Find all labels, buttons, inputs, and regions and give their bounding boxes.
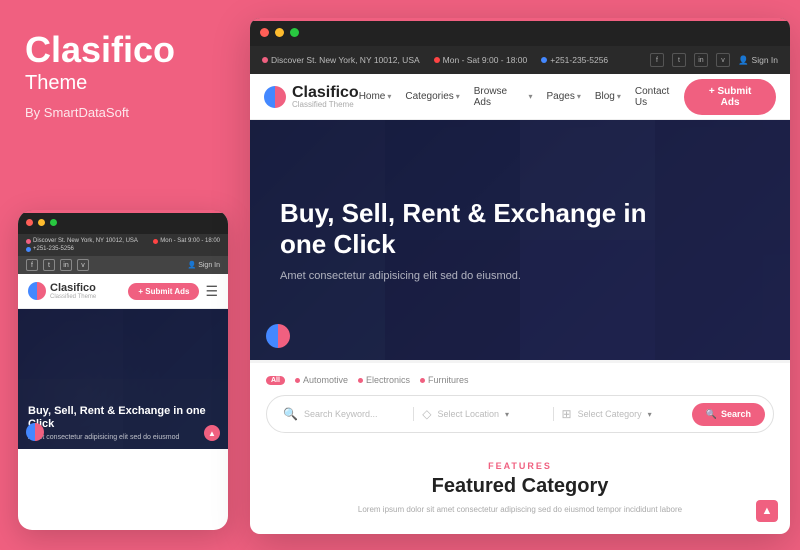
mobile-scroll-top-button[interactable]: ▲ (204, 425, 220, 441)
nav-pages[interactable]: Pages ▾ (546, 91, 580, 102)
hero-content: Buy, Sell, Rent & Exchange in one Click … (280, 198, 760, 282)
tab-electronics[interactable]: Electronics (358, 375, 410, 385)
nav-home[interactable]: Home ▾ (359, 91, 392, 102)
search-btn-icon: 🔍 (706, 409, 717, 420)
browser-accent-bar (250, 18, 790, 21)
search-category-input[interactable]: Select Category (578, 409, 642, 419)
mobile-info-bar: Discover St. New York, NY 10012, USA Mon… (18, 234, 228, 256)
mobile-phone: +251-235-5256 (26, 246, 74, 252)
mobile-top-bar (18, 210, 228, 234)
mobile-hamburger-icon[interactable]: ☰ (205, 283, 218, 300)
site-nav-links: Home ▾ Categories ▾ Browse Ads ▾ Pages ▾… (359, 86, 685, 108)
mobile-social-icons: f t in v (26, 259, 89, 271)
search-location-input[interactable]: Select Location (437, 409, 499, 419)
address-icon (262, 57, 268, 63)
mobile-hero: Buy, Sell, Rent & Exchange in one Click … (18, 309, 228, 449)
brand-by: By SmartDataSoft (25, 105, 215, 120)
browser-window: Discover St. New York, NY 10012, USA Mon… (250, 18, 790, 534)
submit-ads-button[interactable]: + Submit Ads (684, 79, 776, 115)
nav-browse-ads[interactable]: Browse Ads ▾ (474, 86, 533, 108)
site-info-left: Discover St. New York, NY 10012, USA Mon… (262, 55, 608, 65)
features-title: Featured Category (270, 475, 770, 498)
left-panel: Clasifico Theme By SmartDataSoft Discove… (0, 0, 240, 550)
brand-title: Clasifico (25, 30, 215, 70)
nav-blog[interactable]: Blog ▾ (595, 91, 621, 102)
mobile-linkedin-icon[interactable]: in (60, 259, 72, 271)
mobile-nav: Clasifico Classified Theme + Submit Ads … (18, 274, 228, 309)
search-tabs: All Automotive Electronics Furnitures (266, 375, 774, 385)
search-category-part: ⊞ Select Category ▾ (553, 407, 688, 421)
linkedin-icon[interactable]: in (694, 53, 708, 67)
mobile-logo-circle (26, 423, 44, 441)
browser-dot-yellow (275, 28, 284, 37)
search-bar: 🔍 Search Keyword... ◇ Select Location ▾ … (266, 395, 774, 433)
mobile-twitter-icon[interactable]: t (43, 259, 55, 271)
mobile-hero-text: Buy, Sell, Rent & Exchange in one Click … (28, 405, 218, 441)
search-keyword-part: 🔍 Search Keyword... (275, 407, 409, 421)
facebook-icon[interactable]: f (650, 53, 664, 67)
site-address: Discover St. New York, NY 10012, USA (262, 55, 420, 65)
mobile-dot-yellow (38, 219, 45, 226)
nav-pages-caret: ▾ (577, 92, 581, 101)
twitter-icon[interactable]: t (672, 53, 686, 67)
browser-top-bar (250, 18, 790, 46)
site-phone: +251-235-5256 (541, 55, 608, 65)
search-location-part: ◇ Select Location ▾ (413, 407, 548, 421)
nav-home-caret: ▾ (387, 92, 391, 101)
tab-furnitures[interactable]: Furnitures (420, 375, 469, 385)
features-section: FEATURES Featured Category Lorem ipsum d… (250, 445, 790, 533)
features-label: FEATURES (270, 461, 770, 471)
site-logo: Clasifico Classified Theme (264, 84, 359, 109)
phone-icon (541, 57, 547, 63)
signin-link[interactable]: 👤 Sign In (738, 55, 778, 66)
nav-blog-caret: ▾ (617, 92, 621, 101)
mobile-logo: Clasifico Classified Theme (28, 282, 96, 300)
features-desc: Lorem ipsum dolor sit amet consectetur a… (270, 504, 770, 517)
location-caret-icon: ▾ (505, 410, 509, 419)
tab-automotive[interactable]: Automotive (295, 375, 348, 385)
mobile-hours: Mon - Sat 9:00 - 18:00 (153, 238, 220, 244)
mobile-preview-card: Discover St. New York, NY 10012, USA Mon… (18, 210, 228, 530)
vimeo-icon[interactable]: v (716, 53, 730, 67)
site-info-right: f t in v 👤 Sign In (650, 53, 778, 67)
mobile-facebook-icon[interactable]: f (26, 259, 38, 271)
site-hours: Mon - Sat 9:00 - 18:00 (434, 55, 528, 65)
site-info-bar: Discover St. New York, NY 10012, USA Mon… (250, 46, 790, 74)
location-icon: ◇ (422, 407, 431, 421)
nav-browse-ads-caret: ▾ (528, 92, 532, 101)
nav-categories-caret: ▾ (456, 92, 460, 101)
browser-dot-red (260, 28, 269, 37)
tab-automotive-dot (295, 378, 300, 383)
mobile-logo-icon (28, 282, 46, 300)
mobile-submit-button[interactable]: + Submit Ads (128, 283, 199, 300)
brand-subtitle: Theme (25, 72, 215, 95)
search-icon: 🔍 (283, 407, 298, 421)
tab-furnitures-dot (420, 378, 425, 383)
search-section: All Automotive Electronics Furnitures 🔍 … (250, 360, 790, 445)
hero-title: Buy, Sell, Rent & Exchange in one Click (280, 198, 660, 260)
mobile-vimeo-icon[interactable]: v (77, 259, 89, 271)
site-nav: Clasifico Classified Theme Home ▾ Catego… (250, 74, 790, 120)
hero-subtitle: Amet consectetur adipisicing elit sed do… (280, 270, 620, 282)
mobile-address: Discover St. New York, NY 10012, USA (26, 238, 138, 244)
hours-icon (434, 57, 440, 63)
mobile-signin[interactable]: 👤 Sign In (187, 261, 220, 269)
mobile-social-bar: f t in v 👤 Sign In (18, 256, 228, 274)
browser-dot-green (290, 28, 299, 37)
tab-all[interactable]: All (266, 376, 285, 385)
scroll-top-button[interactable]: ▲ (756, 500, 778, 522)
category-caret-icon: ▾ (648, 410, 652, 419)
mobile-dot-green (50, 219, 57, 226)
hero-logo-circle (266, 324, 290, 348)
search-keyword-input[interactable]: Search Keyword... (304, 409, 378, 419)
site-hero: Buy, Sell, Rent & Exchange in one Click … (250, 120, 790, 360)
nav-contact[interactable]: Contact Us (635, 86, 684, 108)
site-logo-icon (264, 86, 286, 108)
mobile-dot-red (26, 219, 33, 226)
category-icon: ⊞ (562, 407, 572, 421)
nav-categories[interactable]: Categories ▾ (405, 91, 459, 102)
search-button[interactable]: 🔍 Search (692, 403, 765, 426)
tab-electronics-dot (358, 378, 363, 383)
